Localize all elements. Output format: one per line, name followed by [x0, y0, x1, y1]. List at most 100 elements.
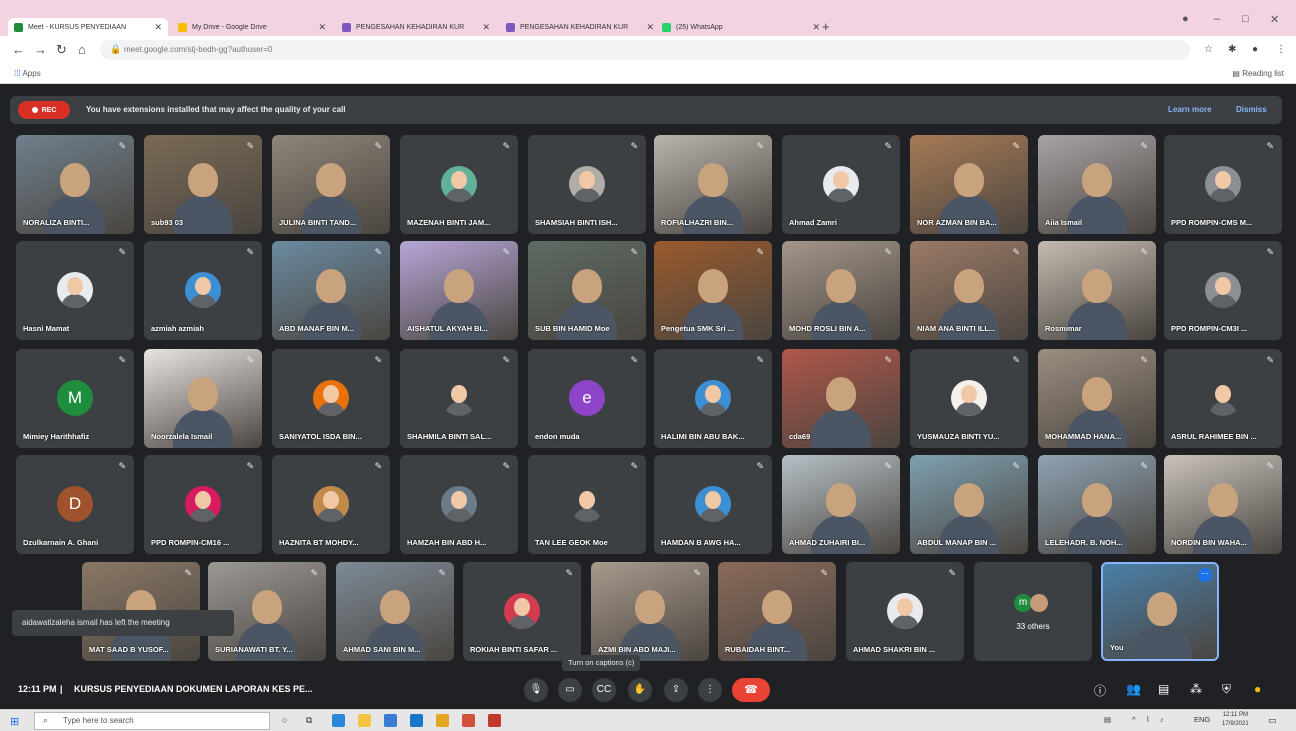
participant-tile[interactable]: ✎ PPD ROMPIN-CM3I ...: [1164, 241, 1282, 340]
present-screen-button[interactable]: ⇪: [664, 678, 688, 702]
participant-tile[interactable]: ✎ SHAMSIAH BINTI ISH...: [528, 135, 646, 234]
raise-hand-button[interactable]: ✋: [628, 678, 652, 702]
more-options-button[interactable]: ⋮: [698, 678, 722, 702]
participant-tile[interactable]: ✎ ROFIALHAZRI BIN...: [654, 135, 772, 234]
participant-tile[interactable]: ✎ SHAHMILA BINTI SAL...: [400, 349, 518, 448]
participant-tile[interactable]: ✎ MOHAMMAD HANA...: [1038, 349, 1156, 448]
tile-options-icon[interactable]: ⋯: [1198, 568, 1212, 582]
participant-tile[interactable]: ✎ MOHD ROSLI BIN A...: [782, 241, 900, 340]
notifications-icon[interactable]: ▭: [1268, 715, 1277, 726]
learn-more-link[interactable]: Learn more: [1168, 105, 1212, 114]
participant-tile[interactable]: ✎ TAN LEE GEOK Moe: [528, 455, 646, 554]
tab-close-icon[interactable]: ✕: [318, 22, 326, 33]
chrome-icon[interactable]: [436, 714, 449, 727]
browser-tab[interactable]: PENGESAHAN KEHADIRAN KUR ✕: [336, 18, 496, 36]
tab-close-icon[interactable]: ✕: [482, 22, 490, 33]
address-bar[interactable]: 🔒 meet.google.com/stj-bedh-gg?authuser=0: [100, 40, 1190, 60]
chat-icon[interactable]: ▤: [1158, 682, 1169, 696]
self-tile[interactable]: You ⋯: [1101, 562, 1219, 661]
maximize-icon[interactable]: □: [1242, 13, 1249, 25]
participant-tile[interactable]: ✎ HAZNITA BT MOHDY...: [272, 455, 390, 554]
participant-tile[interactable]: ✎ AHMAD SHAKRI BIN ...: [846, 562, 964, 661]
volume-icon[interactable]: ♪: [1160, 715, 1164, 724]
microphone-button[interactable]: 🎙: [524, 678, 548, 702]
participant-tile[interactable]: ✎ Pengetua SMK Sri ...: [654, 241, 772, 340]
reading-list-button[interactable]: ▤ Reading list: [1232, 69, 1284, 78]
participant-tile[interactable]: e ✎ endon muda: [528, 349, 646, 448]
participant-tile[interactable]: ✎ LELEHADR. B. NOH...: [1038, 455, 1156, 554]
participant-tile[interactable]: ✎ PPD ROMPIN-CMS M...: [1164, 135, 1282, 234]
network-icon[interactable]: ⌇: [1146, 715, 1150, 724]
host-controls-icon[interactable]: ⛨: [1222, 682, 1231, 697]
tray-app-icon[interactable]: ▤: [1104, 715, 1111, 724]
file-explorer-icon[interactable]: [358, 714, 371, 727]
profile-icon[interactable]: ●: [1252, 44, 1258, 55]
leave-call-button[interactable]: ☎: [732, 678, 770, 702]
back-icon[interactable]: ←: [12, 42, 25, 57]
forward-icon[interactable]: →: [34, 42, 47, 57]
participant-tile[interactable]: ✎ ASRUL RAHIMEE BIN ...: [1164, 349, 1282, 448]
participant-tile[interactable]: ✎ Ahmad Zamri: [782, 135, 900, 234]
participant-tile[interactable]: ✎ Hasni Mamat: [16, 241, 134, 340]
participant-tile[interactable]: ✎ ABDUL MANAP BIN ...: [910, 455, 1028, 554]
language-indicator[interactable]: ENG: [1194, 715, 1210, 724]
participant-tile[interactable]: ✎ JULINA BINTI TAND...: [272, 135, 390, 234]
browser-tab[interactable]: Meet - KURSUS PENYEDIAAN ✕: [8, 18, 168, 36]
participant-tile[interactable]: ✎ HALIMI BIN ABU BAK...: [654, 349, 772, 448]
apps-bookmark[interactable]: ⁞⁞⁞ Apps: [14, 69, 41, 78]
reload-icon[interactable]: ↻: [56, 42, 67, 58]
participant-tile[interactable]: ✎ HAMDAN B AWG HA...: [654, 455, 772, 554]
participant-tile[interactable]: ✎ AISHATUL AKYAH BI...: [400, 241, 518, 340]
menu-kebab-icon[interactable]: ⋮: [1276, 44, 1286, 55]
participant-tile[interactable]: ✎ AHMAD SANI BIN M...: [336, 562, 454, 661]
participant-tile[interactable]: ✎ SANIYATOL ISDA BIN...: [272, 349, 390, 448]
participant-tile[interactable]: ✎ MAZENAH BINTI JAM...: [400, 135, 518, 234]
participant-tile[interactable]: ✎ Rosmimar: [1038, 241, 1156, 340]
participant-tile[interactable]: ✎ sub93 03: [144, 135, 262, 234]
participant-tile[interactable]: ✎ NOR AZMAN BIN BA...: [910, 135, 1028, 234]
browser-tab[interactable]: PENGESAHAN KEHADIRAN KUR ✕: [500, 18, 660, 36]
participant-tile[interactable]: ✎ PPD ROMPIN-CM16 ...: [144, 455, 262, 554]
taskbar-search-input[interactable]: ⌕ Type here to search: [34, 712, 270, 730]
participant-tile[interactable]: ✎ cda69: [782, 349, 900, 448]
participant-tile[interactable]: ✎ AHMAD ZUHAIRI BI...: [782, 455, 900, 554]
powerpoint-icon[interactable]: [488, 714, 501, 727]
tab-close-icon[interactable]: ✕: [154, 22, 162, 33]
tab-close-icon[interactable]: ✕: [646, 22, 654, 33]
participant-tile[interactable]: ✎ AZMI BIN ABD MAJI...: [591, 562, 709, 661]
new-tab-button[interactable]: +: [822, 19, 830, 34]
store-icon[interactable]: [384, 714, 397, 727]
task-view-icon[interactable]: ⧉: [306, 715, 312, 726]
participant-tile[interactable]: D ✎ Dzulkarnain A. Ghani: [16, 455, 134, 554]
star-icon[interactable]: ☆: [1204, 44, 1213, 55]
participant-tile[interactable]: ✎ NIAM ANA BINTI ILL...: [910, 241, 1028, 340]
participant-tile[interactable]: M ✎ Mimiey Harithhafiz: [16, 349, 134, 448]
windows-start-icon[interactable]: ⊞: [10, 715, 19, 728]
tab-close-icon[interactable]: ✕: [812, 22, 820, 33]
participant-tile[interactable]: ✎ NORDIN BIN WAHA...: [1164, 455, 1282, 554]
home-icon[interactable]: ⌂: [78, 42, 86, 57]
tray-chevron-icon[interactable]: ^: [1132, 715, 1136, 724]
participant-tile[interactable]: ✎ ROKIAH BINTI SAFAR ...: [463, 562, 581, 661]
camera-button[interactable]: ▭: [558, 678, 582, 702]
activities-icon[interactable]: ⁂: [1190, 682, 1202, 696]
participant-tile[interactable]: ✎ NORALIZA BINTI...: [16, 135, 134, 234]
participant-tile[interactable]: ✎ Noorzalela Ismail: [144, 349, 262, 448]
participant-tile[interactable]: ✎ RUBAIDAH BINT...: [718, 562, 836, 661]
captions-button[interactable]: CC: [592, 678, 616, 702]
others-tile[interactable]: m 33 others: [974, 562, 1092, 661]
participant-tile[interactable]: ✎ SUB BIN HAMID Moe: [528, 241, 646, 340]
minimize-icon[interactable]: –: [1214, 13, 1220, 25]
extension-icon[interactable]: ●: [1254, 682, 1261, 696]
account-icon[interactable]: ●: [1182, 13, 1189, 25]
participant-tile[interactable]: ✎ ABD MANAF BIN M...: [272, 241, 390, 340]
mail-icon[interactable]: [410, 714, 423, 727]
participant-tile[interactable]: ✎ Aiia Ismail: [1038, 135, 1156, 234]
taskbar-clock[interactable]: 12:11 PM 17/9/2021: [1222, 711, 1249, 729]
browser-tab[interactable]: (25) WhatsApp ✕: [656, 18, 826, 36]
cortana-icon[interactable]: ○: [282, 715, 287, 725]
participant-tile[interactable]: ✎ YUSMAUZA BINTI YU...: [910, 349, 1028, 448]
participant-tile[interactable]: ✎ azmiah azmiah: [144, 241, 262, 340]
extensions-icon[interactable]: ✱: [1228, 44, 1236, 55]
app-icon[interactable]: [462, 714, 475, 727]
